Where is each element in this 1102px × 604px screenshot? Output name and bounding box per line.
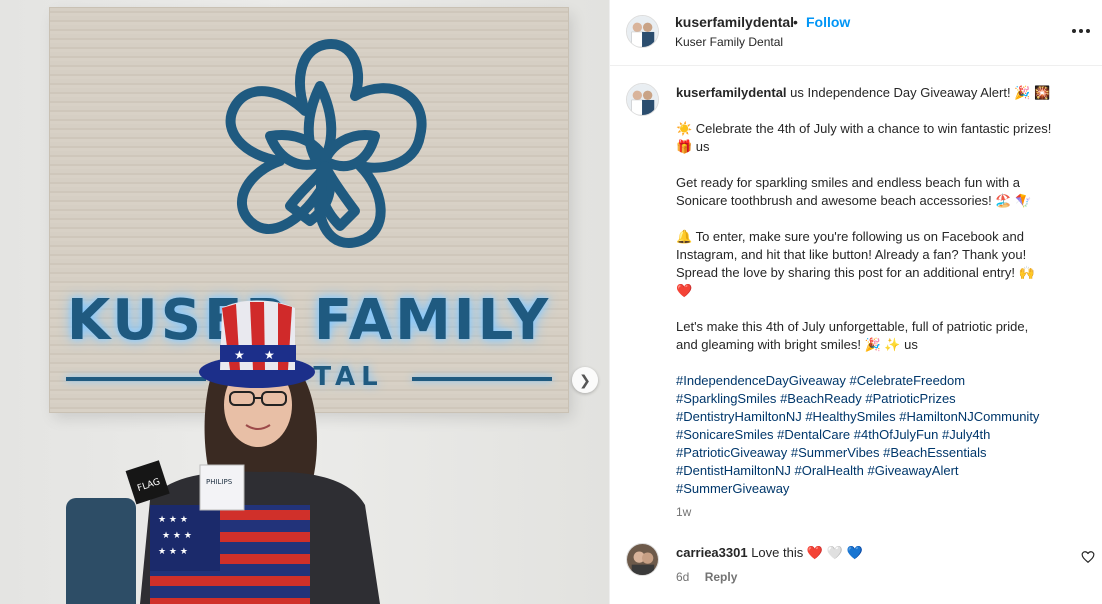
caption-para2-line1: Get ready for sparkling smiles and endle… — [676, 175, 1020, 190]
caption-para1-line1: ☀️ Celebrate the 4th of July with a chan… — [676, 121, 1052, 136]
hashtag-link[interactable]: #4thOfJulyFun — [854, 427, 939, 442]
hashtag-link[interactable]: #PatrioticGiveaway — [676, 445, 787, 460]
hashtag-link[interactable]: #PatrioticPrizes — [865, 391, 955, 406]
reply-button[interactable]: Reply — [705, 570, 738, 584]
hashtag-link[interactable]: #SummerGiveaway — [676, 481, 789, 496]
caption-username[interactable]: kuserfamilydental — [676, 85, 787, 100]
hashtag-list: #IndependenceDayGiveaway #CelebrateFreed… — [676, 372, 1086, 498]
hashtag-link[interactable]: #DentistryHamiltonNJ — [676, 409, 802, 424]
hashtag-link[interactable]: #SonicareSmiles — [676, 427, 774, 442]
caption-para2-line2: Sonicare toothbrush and awesome beach ac… — [676, 193, 1032, 208]
post-timestamp[interactable]: 1w — [676, 505, 691, 519]
header-username[interactable]: kuserfamilydental — [675, 14, 794, 30]
hashtag-link[interactable]: #DentistHamiltonNJ — [676, 463, 791, 478]
comment-meta: 6d Reply — [676, 570, 737, 584]
profile-avatar[interactable] — [626, 15, 659, 48]
comment-text: Love this ❤️ 🤍 💙 — [751, 545, 863, 560]
caption-avatar[interactable] — [626, 83, 659, 116]
caption-para3-line3: Spread the love by sharing this post for… — [676, 265, 1035, 280]
hashtag-link[interactable]: #DentalCare — [777, 427, 850, 442]
post-photo[interactable]: KUSER FAMILY DENTAL ★ ★ — [0, 0, 609, 604]
hashtag-link[interactable]: #GiveawayAlert — [868, 463, 959, 478]
svg-text:★: ★ — [264, 348, 275, 362]
hashtag-link[interactable]: #BeachReady — [780, 391, 862, 406]
post-caption: kuserfamilydental us Independence Day Gi… — [676, 84, 1086, 498]
post-details-panel: kuserfamilydental • Follow Kuser Family … — [609, 0, 1102, 604]
caption-para3-line1: 🔔 To enter, make sure you're following u… — [676, 229, 1024, 244]
hashtag-link[interactable]: #HealthySmiles — [805, 409, 895, 424]
comment-row: carriea3301 Love this ❤️ 🤍 💙 — [676, 545, 863, 561]
hashtag-link[interactable]: #HamiltonNJCommunity — [899, 409, 1039, 424]
comment-timestamp[interactable]: 6d — [676, 570, 689, 584]
follow-button[interactable]: Follow — [806, 14, 850, 30]
hashtag-link[interactable]: #July4th — [942, 427, 990, 442]
tooth-flower-logo — [225, 39, 427, 248]
caption-para4-line1: Let's make this 4th of July unforgettabl… — [676, 319, 1029, 334]
caption-para3-line2: Instagram, and hit that like button! Alr… — [676, 247, 1027, 262]
svg-text:★ ★ ★: ★ ★ ★ — [158, 515, 188, 525]
caption-para4-line2: and gleaming with bright smiles! 🎉 ✨ us — [676, 337, 918, 352]
commenter-avatar[interactable] — [626, 543, 659, 576]
caption-headline: us Independence Day Giveaway Alert! 🎉 🎇 — [790, 85, 1051, 100]
more-options-icon[interactable] — [1070, 20, 1092, 42]
svg-text:★: ★ — [234, 348, 245, 362]
comment-username[interactable]: carriea3301 — [676, 545, 748, 560]
heart-outline-icon[interactable] — [1081, 550, 1095, 564]
hashtag-link[interactable]: #IndependenceDayGiveaway — [676, 373, 846, 388]
caption-para1-line2: 🎁 us — [676, 139, 710, 154]
caption-para3-line4: ❤️ — [676, 283, 693, 298]
svg-text:★ ★ ★: ★ ★ ★ — [162, 531, 192, 541]
hashtag-link[interactable]: #OralHealth — [795, 463, 864, 478]
header-separator: • — [793, 14, 798, 30]
hashtag-link[interactable]: #SparklingSmiles — [676, 391, 776, 406]
svg-text:★ ★ ★: ★ ★ ★ — [158, 547, 188, 557]
next-slide-button[interactable]: ❯ — [572, 367, 598, 393]
hashtag-link[interactable]: #SummerVibes — [791, 445, 880, 460]
person-with-hat: ★ ★ ★ ★ ★ ★ ★ ★ ★ ★ ★ PHILIPS FLAG — [125, 300, 380, 604]
header-subtitle[interactable]: Kuser Family Dental — [675, 35, 783, 49]
hashtag-link[interactable]: #CelebrateFreedom — [849, 373, 965, 388]
svg-text:PHILIPS: PHILIPS — [206, 478, 233, 486]
post-header: kuserfamilydental • Follow Kuser Family … — [610, 0, 1102, 66]
chevron-right-icon: ❯ — [579, 371, 591, 388]
hashtag-link[interactable]: #BeachEssentials — [883, 445, 986, 460]
